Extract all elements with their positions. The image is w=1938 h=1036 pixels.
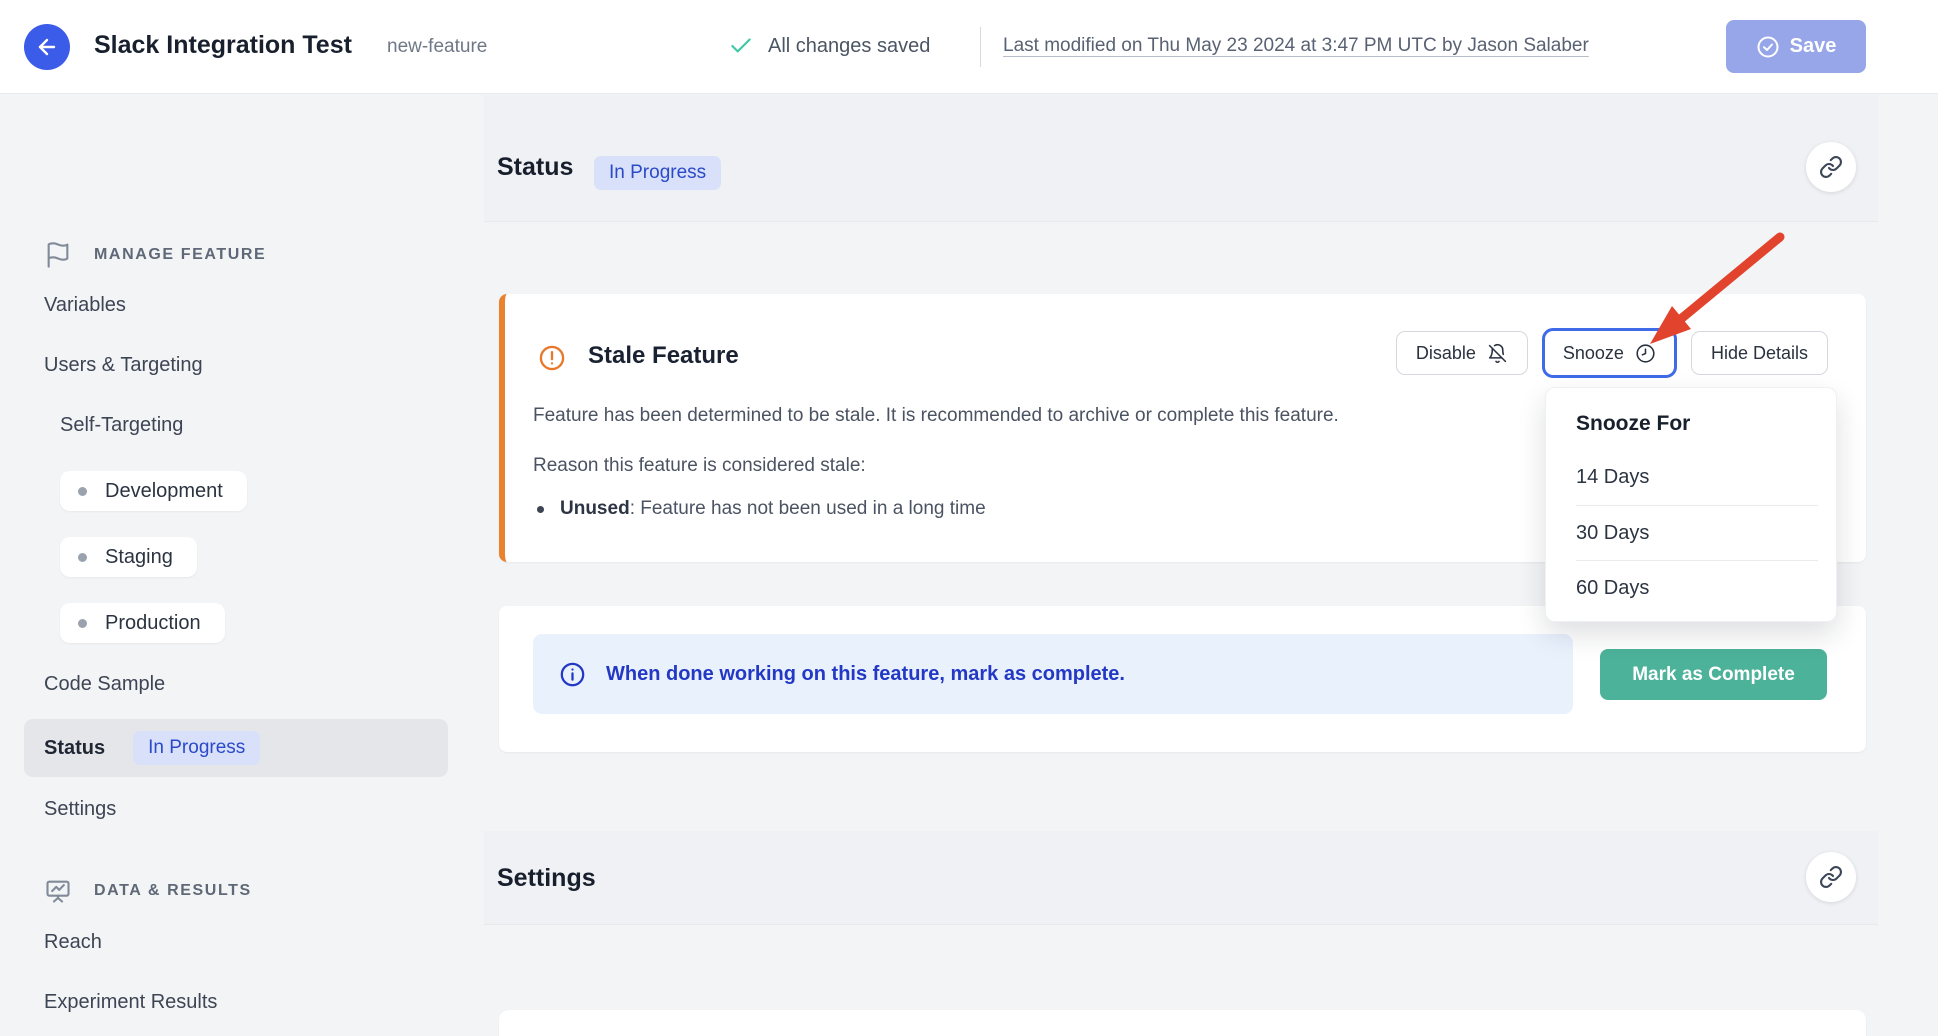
feature-management-page: Slack Integration Test new-feature All c… <box>0 0 1938 1036</box>
sidebar-section-label: MANAGE FEATURE <box>94 246 266 264</box>
page-title: Slack Integration Test <box>94 31 352 60</box>
sidebar-section-label: DATA & RESULTS <box>94 882 252 900</box>
mark-as-complete-button[interactable]: Mark as Complete <box>1600 649 1827 700</box>
sidebar-item-env-production[interactable]: Production <box>60 603 225 643</box>
env-dot-icon <box>78 619 87 628</box>
stale-card-title: Stale Feature <box>588 342 739 370</box>
bullet-icon <box>537 506 544 513</box>
env-label: Staging <box>105 546 173 569</box>
status-section-header: Status In Progress <box>484 95 1878 222</box>
sidebar-item-code-sample[interactable]: Code Sample <box>44 673 165 696</box>
stale-card-actions: Disable Snooze Hide Details <box>1396 328 1828 378</box>
clock-icon <box>1635 343 1656 364</box>
stale-reason-intro: Reason this feature is considered stale: <box>533 455 866 477</box>
sidebar-item-env-development[interactable]: Development <box>60 471 247 511</box>
sidebar-item-status-selected[interactable]: Status In Progress <box>24 719 448 777</box>
hide-details-button-label: Hide Details <box>1711 343 1808 364</box>
disable-button-label: Disable <box>1416 343 1476 364</box>
status-section-link-button[interactable] <box>1806 142 1856 192</box>
info-circle-icon <box>559 661 586 688</box>
sidebar-section-data-results: DATA & RESULTS <box>44 877 252 905</box>
disable-button[interactable]: Disable <box>1396 331 1528 375</box>
snooze-option-14-days[interactable]: 14 Days <box>1576 450 1818 505</box>
settings-section-title: Settings <box>497 864 596 893</box>
sidebar-status-badge: In Progress <box>133 731 260 765</box>
chart-board-icon <box>44 877 72 905</box>
back-button[interactable] <box>24 24 70 70</box>
settings-section-link-button[interactable] <box>1806 852 1856 902</box>
snooze-dropdown-menu: Snooze For 14 Days 30 Days 60 Days <box>1545 387 1837 622</box>
env-dot-icon <box>78 553 87 562</box>
settings-section-header: Settings <box>484 831 1878 925</box>
check-circle-icon <box>1756 35 1780 59</box>
saved-status-text: All changes saved <box>768 35 930 58</box>
mark-complete-card: When done working on this feature, mark … <box>499 606 1866 752</box>
header-divider <box>980 27 981 67</box>
snooze-option-30-days[interactable]: 30 Days <box>1576 505 1818 560</box>
env-dot-icon <box>78 487 87 496</box>
feature-key: new-feature <box>387 36 487 58</box>
sidebar-item-env-staging[interactable]: Staging <box>60 537 197 577</box>
env-label: Production <box>105 612 201 635</box>
stale-reason-item: Unused: Feature has not been used in a l… <box>537 498 986 520</box>
status-badge: In Progress <box>594 156 721 190</box>
last-modified-link[interactable]: Last modified on Thu May 23 2024 at 3:47… <box>1003 35 1589 57</box>
stale-description: Feature has been determined to be stale.… <box>533 401 1339 431</box>
sidebar-section-manage-feature: MANAGE FEATURE <box>44 241 266 269</box>
flag-icon <box>44 241 72 269</box>
top-header: Slack Integration Test new-feature All c… <box>0 0 1938 94</box>
info-banner: When done working on this feature, mark … <box>533 634 1573 714</box>
hide-details-button[interactable]: Hide Details <box>1691 331 1828 375</box>
snooze-option-60-days[interactable]: 60 Days <box>1576 560 1818 615</box>
arrow-left-icon <box>35 35 59 59</box>
link-icon <box>1819 155 1843 179</box>
save-button-label: Save <box>1790 35 1837 58</box>
status-section-title: Status <box>497 153 573 182</box>
check-icon <box>728 33 754 59</box>
snooze-menu-title: Snooze For <box>1546 388 1836 450</box>
sidebar-item-users-targeting[interactable]: Users & Targeting <box>44 354 203 377</box>
sidebar-item-self-targeting[interactable]: Self-Targeting <box>60 414 183 437</box>
save-button[interactable]: Save <box>1726 20 1866 73</box>
stale-reason-detail: : Feature has not been used in a long ti… <box>630 498 986 519</box>
sidebar-item-settings[interactable]: Settings <box>44 798 116 821</box>
link-icon <box>1819 865 1843 889</box>
stale-reason-term: Unused <box>560 498 630 519</box>
sidebar-nav: MANAGE FEATURE Variables Users & Targeti… <box>0 94 470 1036</box>
sidebar-item-experiment-results[interactable]: Experiment Results <box>44 991 217 1014</box>
stale-reason-text: Unused: Feature has not been used in a l… <box>560 498 986 520</box>
sidebar-status-label: Status <box>44 737 105 760</box>
sidebar-item-reach[interactable]: Reach <box>44 931 102 954</box>
info-banner-text: When done working on this feature, mark … <box>606 663 1125 686</box>
env-label: Development <box>105 480 223 503</box>
bell-off-icon <box>1487 343 1508 364</box>
sidebar-item-variables[interactable]: Variables <box>44 294 126 317</box>
alert-circle-icon <box>538 344 566 372</box>
snooze-button[interactable]: Snooze <box>1542 328 1677 378</box>
snooze-button-label: Snooze <box>1563 343 1624 364</box>
settings-card-partial <box>499 1010 1866 1036</box>
saved-status: All changes saved <box>728 33 930 59</box>
